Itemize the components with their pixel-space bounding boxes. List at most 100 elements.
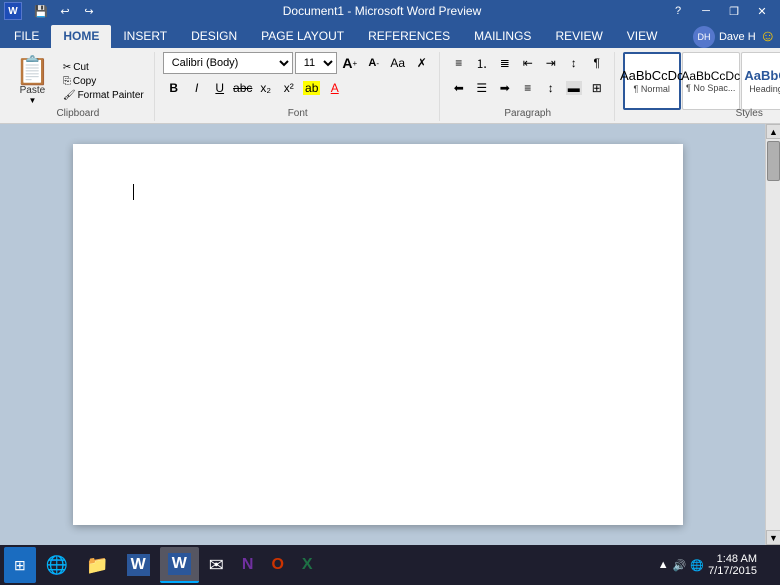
bullets-button[interactable]: ≡: [448, 52, 470, 74]
ribbon-content: 📋 Paste ▼ ✂Cut ⎘Copy 🖌Format Painter Cli…: [0, 48, 780, 124]
tab-home[interactable]: HOME: [51, 25, 111, 48]
tab-insert[interactable]: INSERT: [111, 25, 179, 48]
tab-file[interactable]: FILE: [2, 25, 51, 48]
strikethrough-button[interactable]: abc: [232, 77, 254, 99]
multilevel-button[interactable]: ≣: [494, 52, 516, 74]
scroll-down-arrow[interactable]: ▼: [766, 530, 780, 545]
case-icon: Aa: [390, 56, 405, 70]
font-shrink-button[interactable]: A-: [363, 52, 385, 74]
line-spacing-button[interactable]: ↕: [540, 77, 562, 99]
tab-page-layout[interactable]: PAGE LAYOUT: [249, 25, 356, 48]
borders-button[interactable]: ⊞: [586, 77, 608, 99]
cut-icon: ✂: [63, 62, 71, 73]
paragraph-row2: ⬅ ☰ ➡ ≡ ↕ ▬ ⊞: [448, 77, 608, 99]
minimize-button[interactable]: ─: [692, 0, 720, 22]
close-button[interactable]: ✕: [748, 0, 776, 22]
italic-button[interactable]: I: [186, 77, 208, 99]
pilcrow-button[interactable]: ¶: [586, 52, 608, 74]
justify-icon: ≡: [524, 81, 531, 95]
font-size-select[interactable]: 11: [295, 52, 337, 74]
taskbar-excel[interactable]: X: [294, 547, 321, 583]
speaker-icon[interactable]: 🔊: [673, 559, 687, 572]
format-painter-icon: 🖌: [63, 90, 76, 101]
decrease-indent-button[interactable]: ⇤: [517, 52, 539, 74]
align-center-button[interactable]: ☰: [471, 77, 493, 99]
style-heading1-label: Heading 1: [749, 84, 780, 94]
tray-chevron[interactable]: ▲: [658, 559, 669, 571]
cut-button[interactable]: ✂Cut: [59, 61, 148, 74]
tab-references[interactable]: REFERENCES: [356, 25, 462, 48]
subscript-button[interactable]: x₂: [255, 77, 277, 99]
numbering-button[interactable]: ⒈: [471, 52, 493, 74]
tab-design[interactable]: DESIGN: [179, 25, 249, 48]
restore-button[interactable]: ❐: [720, 0, 748, 22]
undo-qat-btn[interactable]: ↩: [54, 2, 76, 20]
feedback-smiley[interactable]: ☺: [760, 28, 776, 46]
decrease-indent-icon: ⇤: [523, 56, 533, 70]
redo-qat-btn[interactable]: ↪: [78, 2, 100, 20]
style-normal[interactable]: AaBbCcDc ¶ Normal: [623, 52, 681, 110]
superscript-icon: x²: [284, 81, 294, 95]
system-tray: ▲ 🔊 🌐: [658, 559, 704, 572]
taskbar-onenote[interactable]: N: [234, 547, 262, 583]
italic-icon: I: [195, 81, 198, 95]
tab-mailings[interactable]: MAILINGS: [462, 25, 543, 48]
font-color-icon: A: [331, 81, 339, 95]
underline-button[interactable]: U: [209, 77, 231, 99]
align-right-button[interactable]: ➡: [494, 77, 516, 99]
superscript-button[interactable]: x²: [278, 77, 300, 99]
align-left-button[interactable]: ⬅: [448, 77, 470, 99]
bold-button[interactable]: B: [163, 77, 185, 99]
multilevel-icon: ≣: [500, 56, 510, 70]
text-cursor: [133, 184, 134, 200]
save-qat-btn[interactable]: 💾: [30, 2, 52, 20]
quick-access-toolbar: 💾 ↩ ↪: [30, 2, 100, 20]
increase-indent-button[interactable]: ⇥: [540, 52, 562, 74]
sort-button[interactable]: ↕: [563, 52, 585, 74]
style-heading1[interactable]: AaBbCc Heading 1: [741, 52, 780, 110]
copy-icon: ⎘: [63, 76, 71, 87]
copy-button[interactable]: ⎘Copy: [59, 75, 148, 88]
font-format-row: B I U abc x₂ x² ab A: [163, 77, 346, 99]
explorer-icon: 📁: [86, 555, 108, 576]
ribbon-right: DH Dave H ☺: [693, 26, 780, 48]
outlook-icon: ✉: [209, 555, 224, 576]
vertical-scrollbar[interactable]: ▲ ▼: [765, 124, 780, 545]
paste-button[interactable]: 📋 Paste ▼: [8, 52, 57, 110]
font-grow-button[interactable]: A+: [339, 52, 361, 74]
shading-icon: ▬: [566, 81, 582, 95]
style-normal-preview: AaBbCcDc: [620, 68, 684, 84]
taskbar-outlook[interactable]: ✉: [201, 547, 232, 583]
tab-view[interactable]: VIEW: [615, 25, 670, 48]
highlight-button[interactable]: ab: [301, 77, 323, 99]
justify-button[interactable]: ≡: [517, 77, 539, 99]
scroll-thumb[interactable]: [767, 141, 780, 181]
title-bar: W 💾 ↩ ↪ Document1 - Microsoft Word Previ…: [0, 0, 780, 22]
paragraph-row1: ≡ ⒈ ≣ ⇤ ⇥ ↕ ¶: [448, 52, 608, 74]
format-painter-button[interactable]: 🖌Format Painter: [59, 89, 148, 102]
change-case-button[interactable]: Aa: [387, 52, 409, 74]
clear-formatting-button[interactable]: ✗: [411, 52, 433, 74]
start-button[interactable]: ⊞: [4, 547, 36, 583]
tab-review[interactable]: REVIEW: [543, 25, 614, 48]
taskbar-office[interactable]: O: [263, 547, 291, 583]
scroll-up-arrow[interactable]: ▲: [766, 124, 780, 139]
shading-button[interactable]: ▬: [563, 77, 585, 99]
taskbar-word1[interactable]: W: [119, 547, 158, 583]
font-family-select[interactable]: Calibri (Body): [163, 52, 293, 74]
style-no-spacing[interactable]: AaBbCcDc ¶ No Spac...: [682, 52, 740, 110]
taskbar-explorer[interactable]: 📁: [78, 547, 116, 583]
user-name: Dave H: [719, 31, 756, 43]
help-button[interactable]: ?: [664, 0, 692, 22]
scroll-track[interactable]: [766, 139, 780, 530]
align-left-icon: ⬅: [454, 81, 464, 95]
clock[interactable]: 1:48 AM 7/17/2015: [708, 553, 757, 577]
clipboard-label: Clipboard: [2, 108, 154, 119]
network-icon[interactable]: 🌐: [690, 559, 704, 572]
taskbar-ie[interactable]: 🌐: [38, 547, 76, 583]
document-page[interactable]: [73, 144, 683, 525]
styles-group: AaBbCcDc ¶ Normal AaBbCcDc ¶ No Spac... …: [617, 52, 780, 121]
font-color-button[interactable]: A: [324, 77, 346, 99]
taskbar-word-preview[interactable]: W: [160, 547, 199, 583]
document-scroll-area[interactable]: [0, 124, 765, 545]
